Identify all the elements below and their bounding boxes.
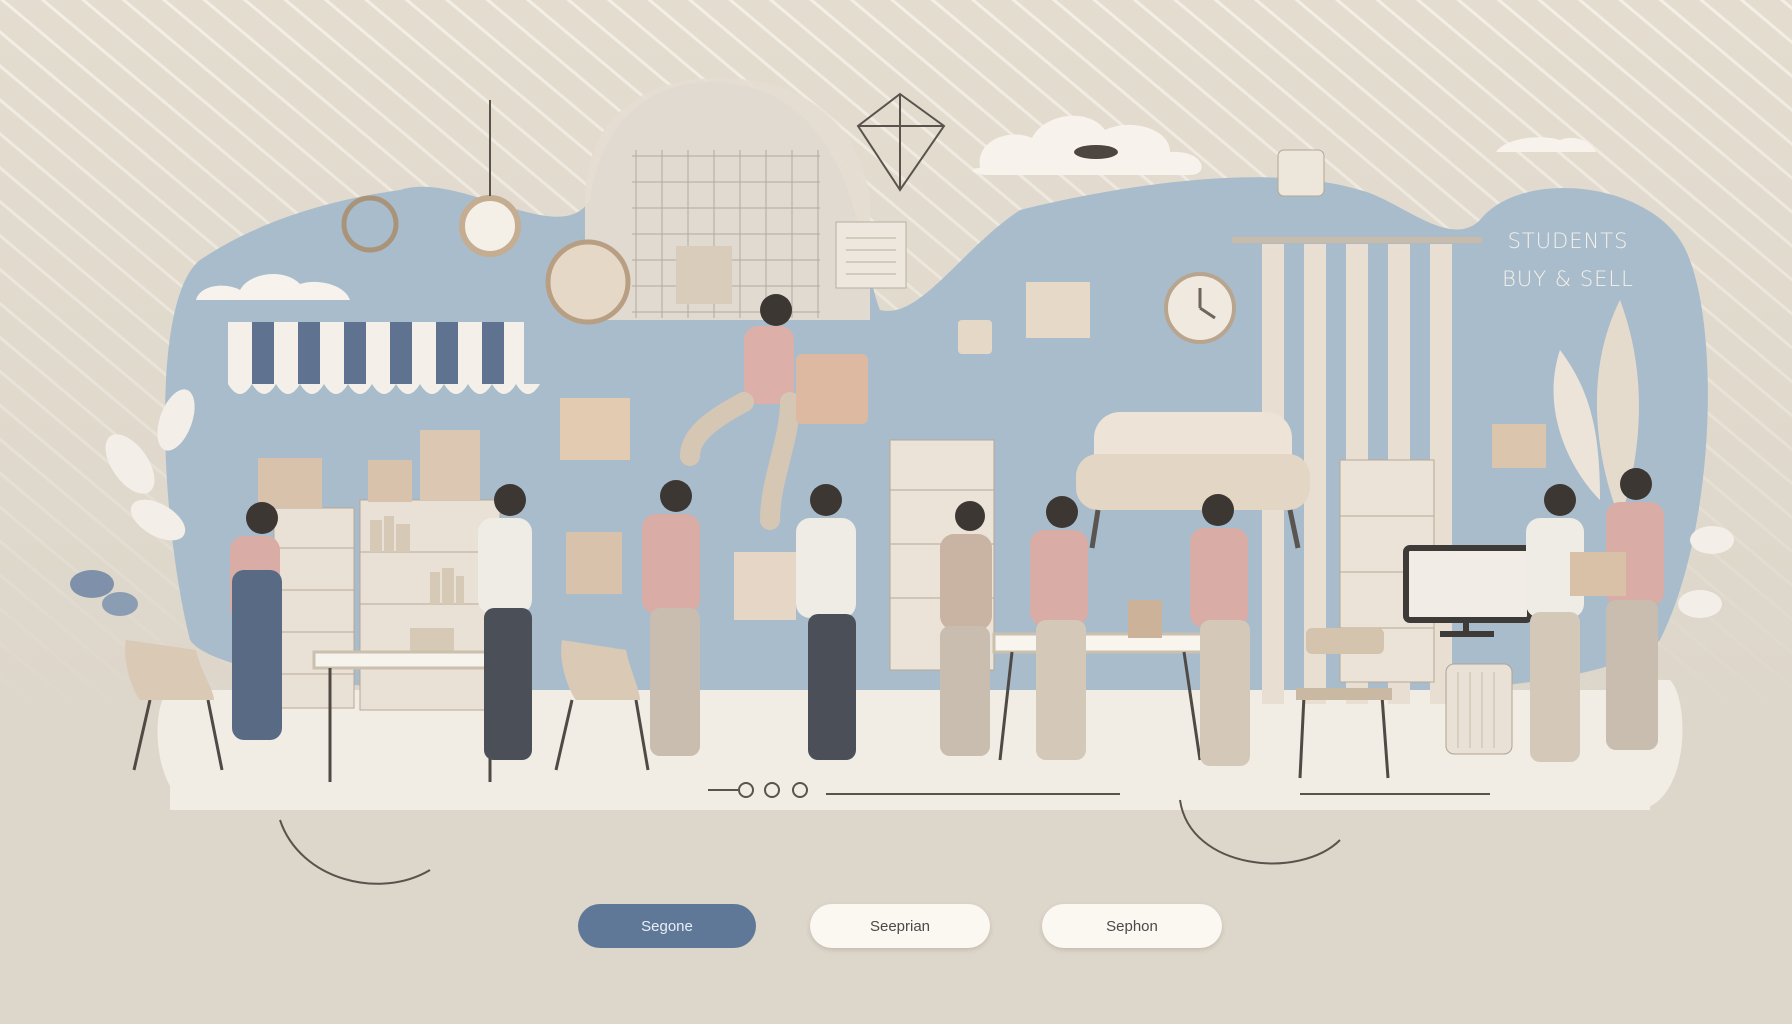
hero-text: STUDENTS BUY & SELL [1468, 222, 1668, 298]
monitor-icon [1403, 545, 1533, 637]
tab-segone[interactable]: Segone [578, 904, 756, 948]
tab-seeprian[interactable]: Seeprian [810, 904, 990, 948]
awning-icon [228, 322, 540, 394]
tab-sephon[interactable]: Sephon [1042, 904, 1222, 948]
hero-line-2: BUY & SELL [1502, 267, 1634, 291]
illustration-canvas: STUDENTS BUY & SELL Segone Seeprian Seph… [0, 0, 1792, 1024]
suitcase-icon [1445, 663, 1513, 755]
hero-line-1: STUDENTS [1507, 229, 1629, 253]
